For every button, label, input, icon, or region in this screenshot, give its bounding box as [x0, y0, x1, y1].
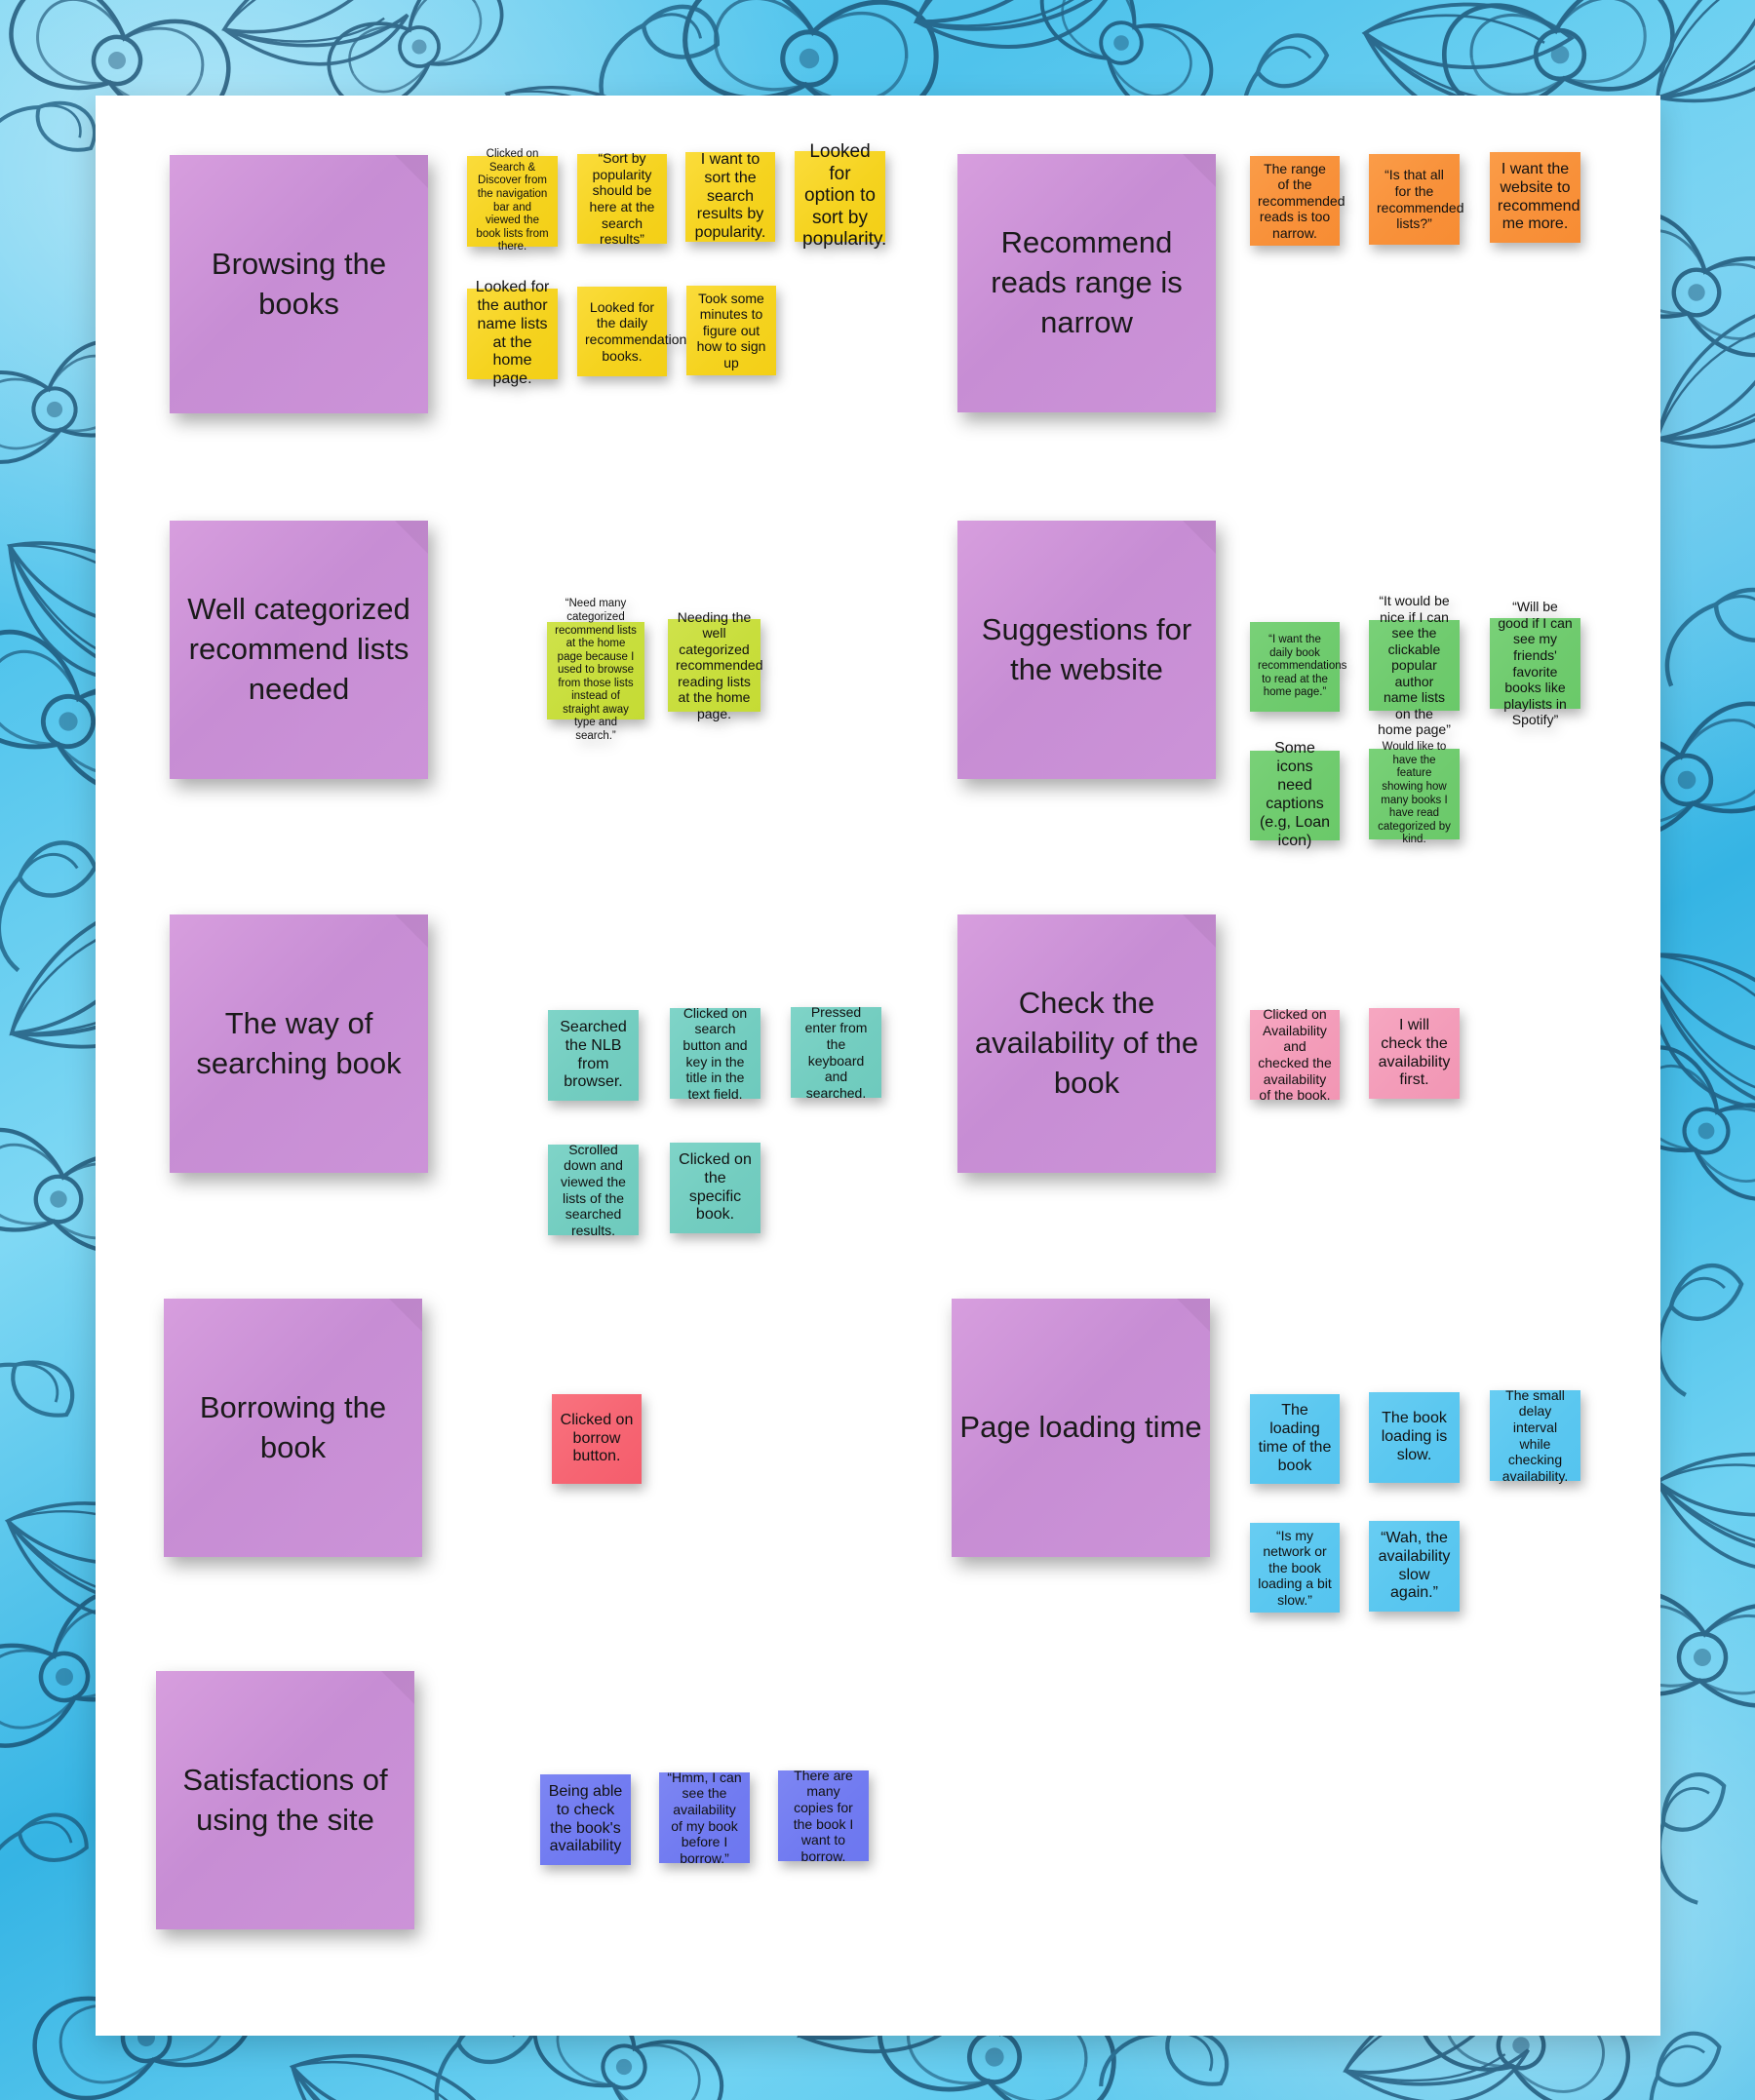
note-text: Took some minutes to figure out how to s… [696, 290, 766, 370]
note-availability-0[interactable]: Clicked on Availability and checked the … [1250, 1006, 1340, 1103]
note-text: “Is that all for the recommended lists?” [1377, 167, 1464, 232]
note-text: Clicked on borrow button. [560, 1411, 634, 1465]
note-browsing-1[interactable]: “Sort by popularity should be here at th… [577, 150, 667, 247]
note-suggestion-4[interactable]: Would like to have the feature showing h… [1369, 741, 1460, 845]
note-text: “Hmm, I can see the availability of my b… [667, 1769, 742, 1866]
note-text: “Wah, the availability slow again.” [1378, 1529, 1451, 1602]
note-text: Clicked on the specific book. [679, 1150, 752, 1224]
note-browsing-4[interactable]: Looked for the author name lists at the … [467, 279, 558, 387]
note-text: The loading time of the book [1258, 1402, 1332, 1474]
group-header-suggestions-for-the-website[interactable]: Suggestions for the website [957, 521, 1216, 779]
note-browsing-0[interactable]: Clicked on Search & Discover from the na… [467, 148, 558, 253]
group-header-recommend-reads-range-is-narrow[interactable]: Recommend reads range is narrow [957, 154, 1216, 412]
group-header-label: Borrowing the book [199, 1389, 387, 1464]
note-text: I want to sort the search results by pop… [694, 150, 766, 242]
note-text: Being able to check the book's availabil… [548, 1782, 623, 1855]
note-text: Pressed enter from the keyboard and sear… [804, 1003, 868, 1101]
group-header-satisfactions-of-using-the-site[interactable]: Satisfactions of using the site [156, 1671, 414, 1929]
note-text: “Sort by popularity should be here at th… [589, 150, 655, 248]
group-header-check-the-availability-of-the-book[interactable]: Check the availability of the book [957, 914, 1216, 1173]
note-text: The range of the recommended reads is to… [1258, 160, 1346, 241]
note-text: I will check the availability first. [1378, 1016, 1451, 1089]
note-loading-0[interactable]: The loading time of the book [1250, 1394, 1340, 1484]
note-borrowing-0[interactable]: Clicked on borrow button. [552, 1394, 642, 1484]
note-satisfaction-0[interactable]: Being able to check the book's availabil… [540, 1774, 631, 1865]
note-browsing-3[interactable]: Looked for option to sort by popularity. [795, 141, 886, 250]
note-browsing-2[interactable]: I want to sort the search results by pop… [685, 150, 775, 242]
group-header-label: Satisfactions of using the site [182, 1762, 388, 1837]
note-text: “I want the daily book recommendations t… [1258, 634, 1347, 699]
note-suggestion-0[interactable]: “I want the daily book recommendations t… [1250, 622, 1347, 712]
group-header-well-categorized-recommend-lists-needed[interactable]: Well categorized recommend lists needed [170, 521, 428, 779]
note-loading-2[interactable]: The small delay interval while checking … [1490, 1386, 1580, 1484]
note-text: “It would be nice if I can see the click… [1378, 593, 1451, 738]
note-recommend-0[interactable]: The range of the recommended reads is to… [1250, 156, 1346, 246]
group-header-label: Page loading time [959, 1410, 1202, 1445]
group-header-borrowing-the-book[interactable]: Borrowing the book [164, 1299, 422, 1557]
note-text: “Will be good if I can see my friends' f… [1498, 599, 1573, 728]
note-recommend-1[interactable]: “Is that all for the recommended lists?” [1369, 154, 1464, 245]
note-text: Would like to have the feature showing h… [1378, 741, 1451, 846]
note-loading-4[interactable]: “Wah, the availability slow again.” [1369, 1521, 1460, 1612]
note-text: Clicked on Availability and checked the … [1258, 1006, 1332, 1104]
note-text: The small delay interval while checking … [1502, 1386, 1569, 1484]
note-text: Looked for the author name lists at the … [475, 278, 550, 388]
note-wellcat-0[interactable]: “Need many categorized recommend lists a… [547, 598, 644, 742]
note-wellcat-1[interactable]: Needing the well categorized recommended… [668, 609, 763, 721]
note-suggestion-1[interactable]: “It would be nice if I can see the click… [1369, 593, 1460, 737]
note-text: Scrolled down and viewed the lists of th… [561, 1141, 626, 1238]
note-searching-4[interactable]: Clicked on the specific book. [670, 1143, 760, 1233]
group-header-page-loading-time[interactable]: Page loading time [952, 1299, 1210, 1557]
group-header-label: The way of searching book [196, 1005, 402, 1080]
group-header-label: Suggestions for the website [981, 611, 1192, 686]
note-availability-1[interactable]: I will check the availability first. [1369, 1008, 1460, 1099]
note-text: Looked for option to sort by popularity. [802, 141, 887, 251]
note-satisfaction-1[interactable]: “Hmm, I can see the availability of my b… [659, 1769, 750, 1866]
note-browsing-5[interactable]: Looked for the daily recommendation book… [577, 287, 687, 376]
group-header-browsing-the-books[interactable]: Browsing the books [170, 155, 428, 413]
note-text: “Is my network or the book loading a bit… [1258, 1527, 1332, 1608]
group-header-label: Well categorized recommend lists needed [187, 592, 410, 706]
note-text: I want the website to recommend me more. [1498, 160, 1580, 233]
note-searching-2[interactable]: Pressed enter from the keyboard and sear… [791, 1003, 881, 1101]
affinity-board-canvas: Browsing the books Clicked on Search & D… [96, 96, 1660, 2036]
note-satisfaction-2[interactable]: There are many copies for the book I wan… [778, 1767, 869, 1864]
note-text: Clicked on Search & Discover from the na… [476, 148, 549, 253]
note-suggestion-3[interactable]: Some icons need captions (e.g, Loan icon… [1250, 740, 1340, 849]
note-browsing-6[interactable]: Took some minutes to figure out how to s… [686, 286, 776, 375]
group-header-the-way-of-searching-book[interactable]: The way of searching book [170, 914, 428, 1173]
note-searching-1[interactable]: Clicked on search button and key in the … [670, 1004, 760, 1102]
note-text: “Need many categorized recommend lists a… [555, 598, 637, 743]
note-searching-0[interactable]: Searched the NLB from browser. [548, 1010, 639, 1101]
note-text: Some icons need captions (e.g, Loan icon… [1259, 740, 1331, 849]
note-text: There are many copies for the book I wan… [793, 1767, 854, 1864]
note-searching-3[interactable]: Scrolled down and viewed the lists of th… [548, 1141, 639, 1238]
note-text: Searched the NLB from browser. [560, 1018, 627, 1091]
group-header-label: Check the availability of the book [974, 986, 1199, 1100]
note-text: Clicked on search button and key in the … [682, 1004, 748, 1102]
note-recommend-2[interactable]: I want the website to recommend me more. [1490, 152, 1580, 243]
note-text: Needing the well categorized recommended… [676, 608, 763, 721]
note-text: The book loading is slow. [1381, 1410, 1448, 1463]
note-suggestion-2[interactable]: “Will be good if I can see my friends' f… [1490, 599, 1580, 727]
group-header-label: Browsing the books [211, 246, 387, 321]
note-loading-3[interactable]: “Is my network or the book loading a bit… [1250, 1523, 1340, 1613]
note-loading-1[interactable]: The book loading is slow. [1369, 1392, 1460, 1483]
group-header-label: Recommend reads range is narrow [991, 225, 1183, 339]
note-text: Looked for the daily recommendation book… [585, 298, 687, 364]
